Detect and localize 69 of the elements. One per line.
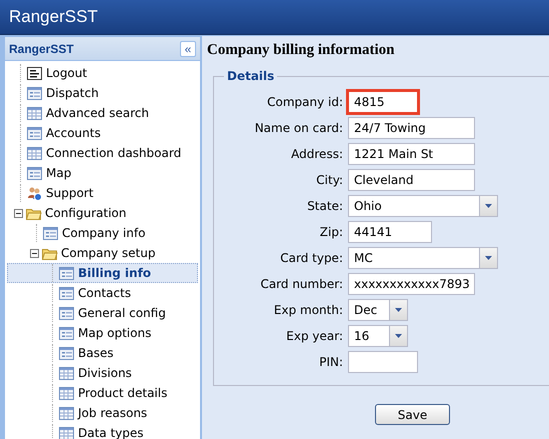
tree-item[interactable]: Advanced search [7,103,198,123]
dropdown-arrow-icon[interactable] [394,333,403,339]
dropdown-arrow-icon[interactable] [484,255,493,261]
fieldset-legend: Details [224,69,278,83]
collapse-icon[interactable] [14,208,23,218]
field-label: City: [315,173,343,187]
table-icon [27,146,43,160]
collapse-icon[interactable] [30,248,39,258]
tree-item[interactable]: Map [7,163,198,183]
dropdown-arrow-icon[interactable] [394,307,403,313]
form-icon [43,226,59,240]
help-people-icon [27,186,43,200]
page-title: Company billing information [207,42,396,59]
table-icon [59,426,75,439]
tree-item[interactable]: Company setup [7,243,198,263]
field-label: Address: [290,147,343,161]
field-label: State: [306,199,343,213]
tree-item[interactable]: Bases [7,343,198,363]
tree-item[interactable]: Product details [7,383,198,403]
table-icon [59,406,75,420]
tree-item[interactable]: Logout [7,63,198,83]
dropdown[interactable]: MC [348,247,498,269]
app-title: RangerSST [9,7,98,27]
form-icon [59,346,75,360]
tree-item[interactable]: Divisions [7,363,198,383]
field-label: PIN: [318,355,343,369]
dropdown[interactable]: Ohio [348,195,498,217]
tree-item[interactable]: Configuration [7,203,198,223]
input-field[interactable]: 4815 [348,91,418,113]
field-label: Exp month: [272,303,343,317]
save-button[interactable]: Save [375,404,450,425]
field-label: Zip: [318,225,343,239]
field-label: Card type: [279,251,343,265]
input-field[interactable]: xxxxxxxxxxxx7893 [348,273,475,295]
form-icon [27,86,43,100]
collapse-button[interactable]: « [180,40,196,56]
sidebar-title: RangerSST [9,42,74,56]
input-field[interactable]: 24/7 Towing [348,117,475,139]
input-field[interactable]: Cleveland [348,169,475,191]
form-icon [59,326,75,340]
tree-item[interactable]: Support [7,183,198,203]
dropdown[interactable]: 16 [348,325,408,347]
dropdown-arrow-icon[interactable] [484,203,493,209]
table-icon [59,366,75,380]
input-field[interactable]: 1221 Main St [348,143,475,165]
tree-item[interactable]: Connection dashboard [7,143,198,163]
tree-item[interactable]: Job reasons [7,403,198,423]
dropdown[interactable]: Dec [348,299,408,321]
form-icon [59,306,75,320]
table-icon [27,106,43,120]
tree-item[interactable]: Map options [7,323,198,343]
form-icon [27,126,43,140]
tree-item[interactable]: Billing info [7,263,198,283]
form-icon [27,166,43,180]
form-icon [27,66,43,80]
input-field[interactable] [348,351,418,373]
tree-item[interactable]: Contacts [7,283,198,303]
tree-item[interactable]: Accounts [7,123,198,143]
table-icon [59,386,75,400]
field-label: Card number: [259,277,343,291]
tree-item[interactable]: Dispatch [7,83,198,103]
input-field[interactable]: 44141 [348,221,432,243]
form-icon [59,286,75,300]
tree-item[interactable]: Company info [7,223,198,243]
field-label: Name on card: [254,121,343,135]
form-icon [59,266,75,280]
field-label: Company id: [266,95,343,109]
tree-item[interactable]: General config [7,303,198,323]
field-label: Exp year: [285,329,343,343]
